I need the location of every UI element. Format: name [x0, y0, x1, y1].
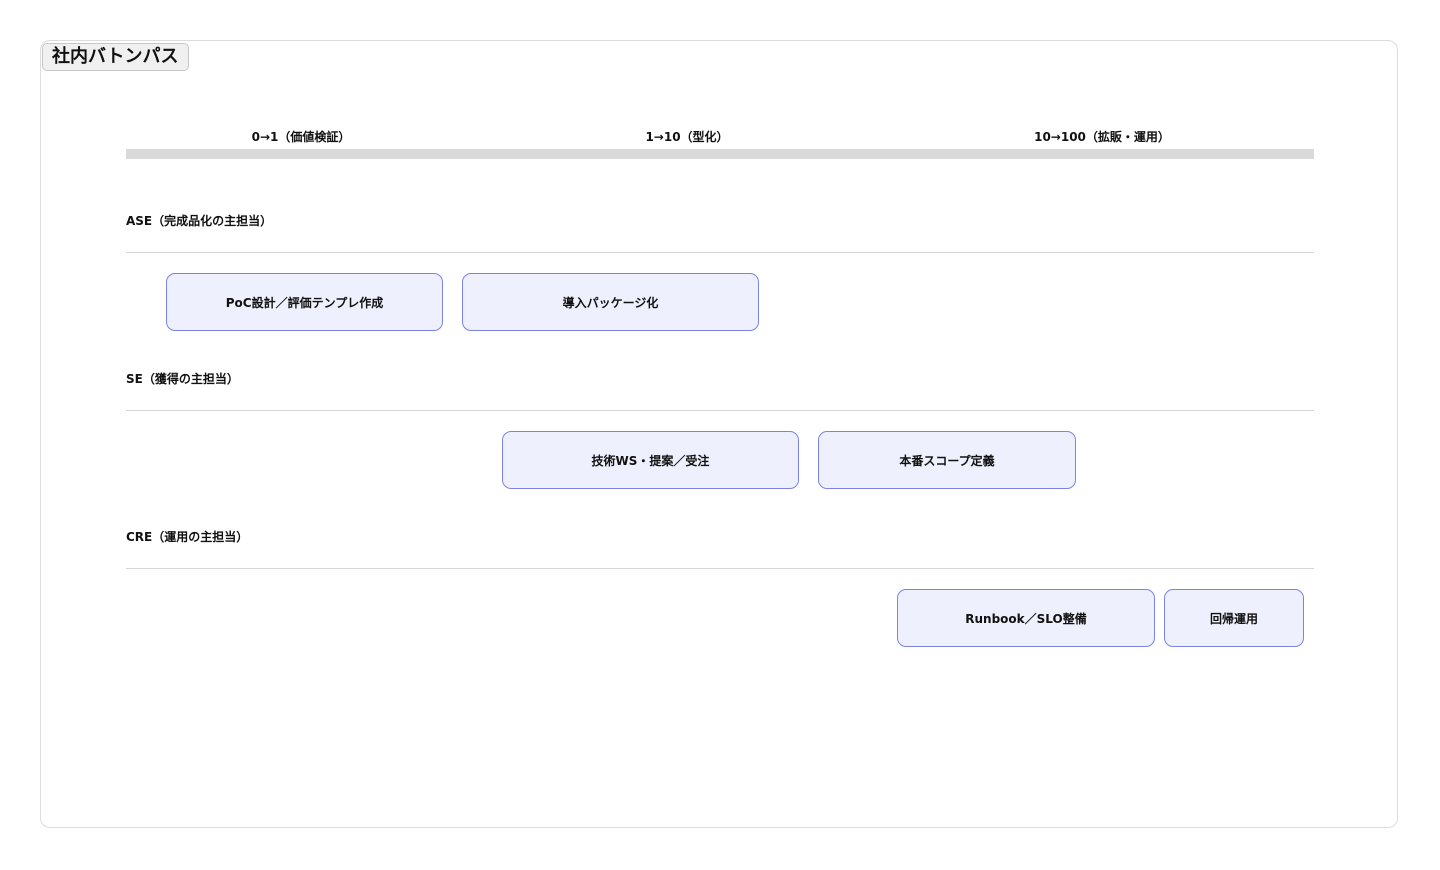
lane-divider-ase	[126, 252, 1314, 253]
lane-label-cre: CRE（運用の主担当）	[126, 530, 249, 544]
diagram-title: 社内バトンパス	[42, 43, 189, 71]
phase-label-1-10: 1→10（型化）	[645, 130, 729, 144]
lane-label-ase: ASE（完成品化の主担当）	[126, 214, 273, 228]
task-poc-design: PoC設計／評価テンプレ作成	[166, 273, 443, 331]
task-deployment-package: 導入パッケージ化	[462, 273, 759, 331]
lane-divider-se	[126, 410, 1314, 411]
phase-label-10-100: 10→100（拡販・運用）	[1034, 130, 1170, 144]
task-tech-workshop: 技術WS・提案／受注	[502, 431, 799, 489]
lane-divider-cre	[126, 568, 1314, 569]
phase-label-0-1: 0→1（価値検証）	[251, 130, 351, 144]
lane-label-se: SE（獲得の主担当）	[126, 372, 239, 386]
task-runbook-slo: Runbook／SLO整備	[897, 589, 1155, 647]
task-regression-ops: 回帰運用	[1164, 589, 1304, 647]
phase-timeline-bar	[126, 149, 1314, 159]
task-production-scope: 本番スコープ定義	[818, 431, 1076, 489]
